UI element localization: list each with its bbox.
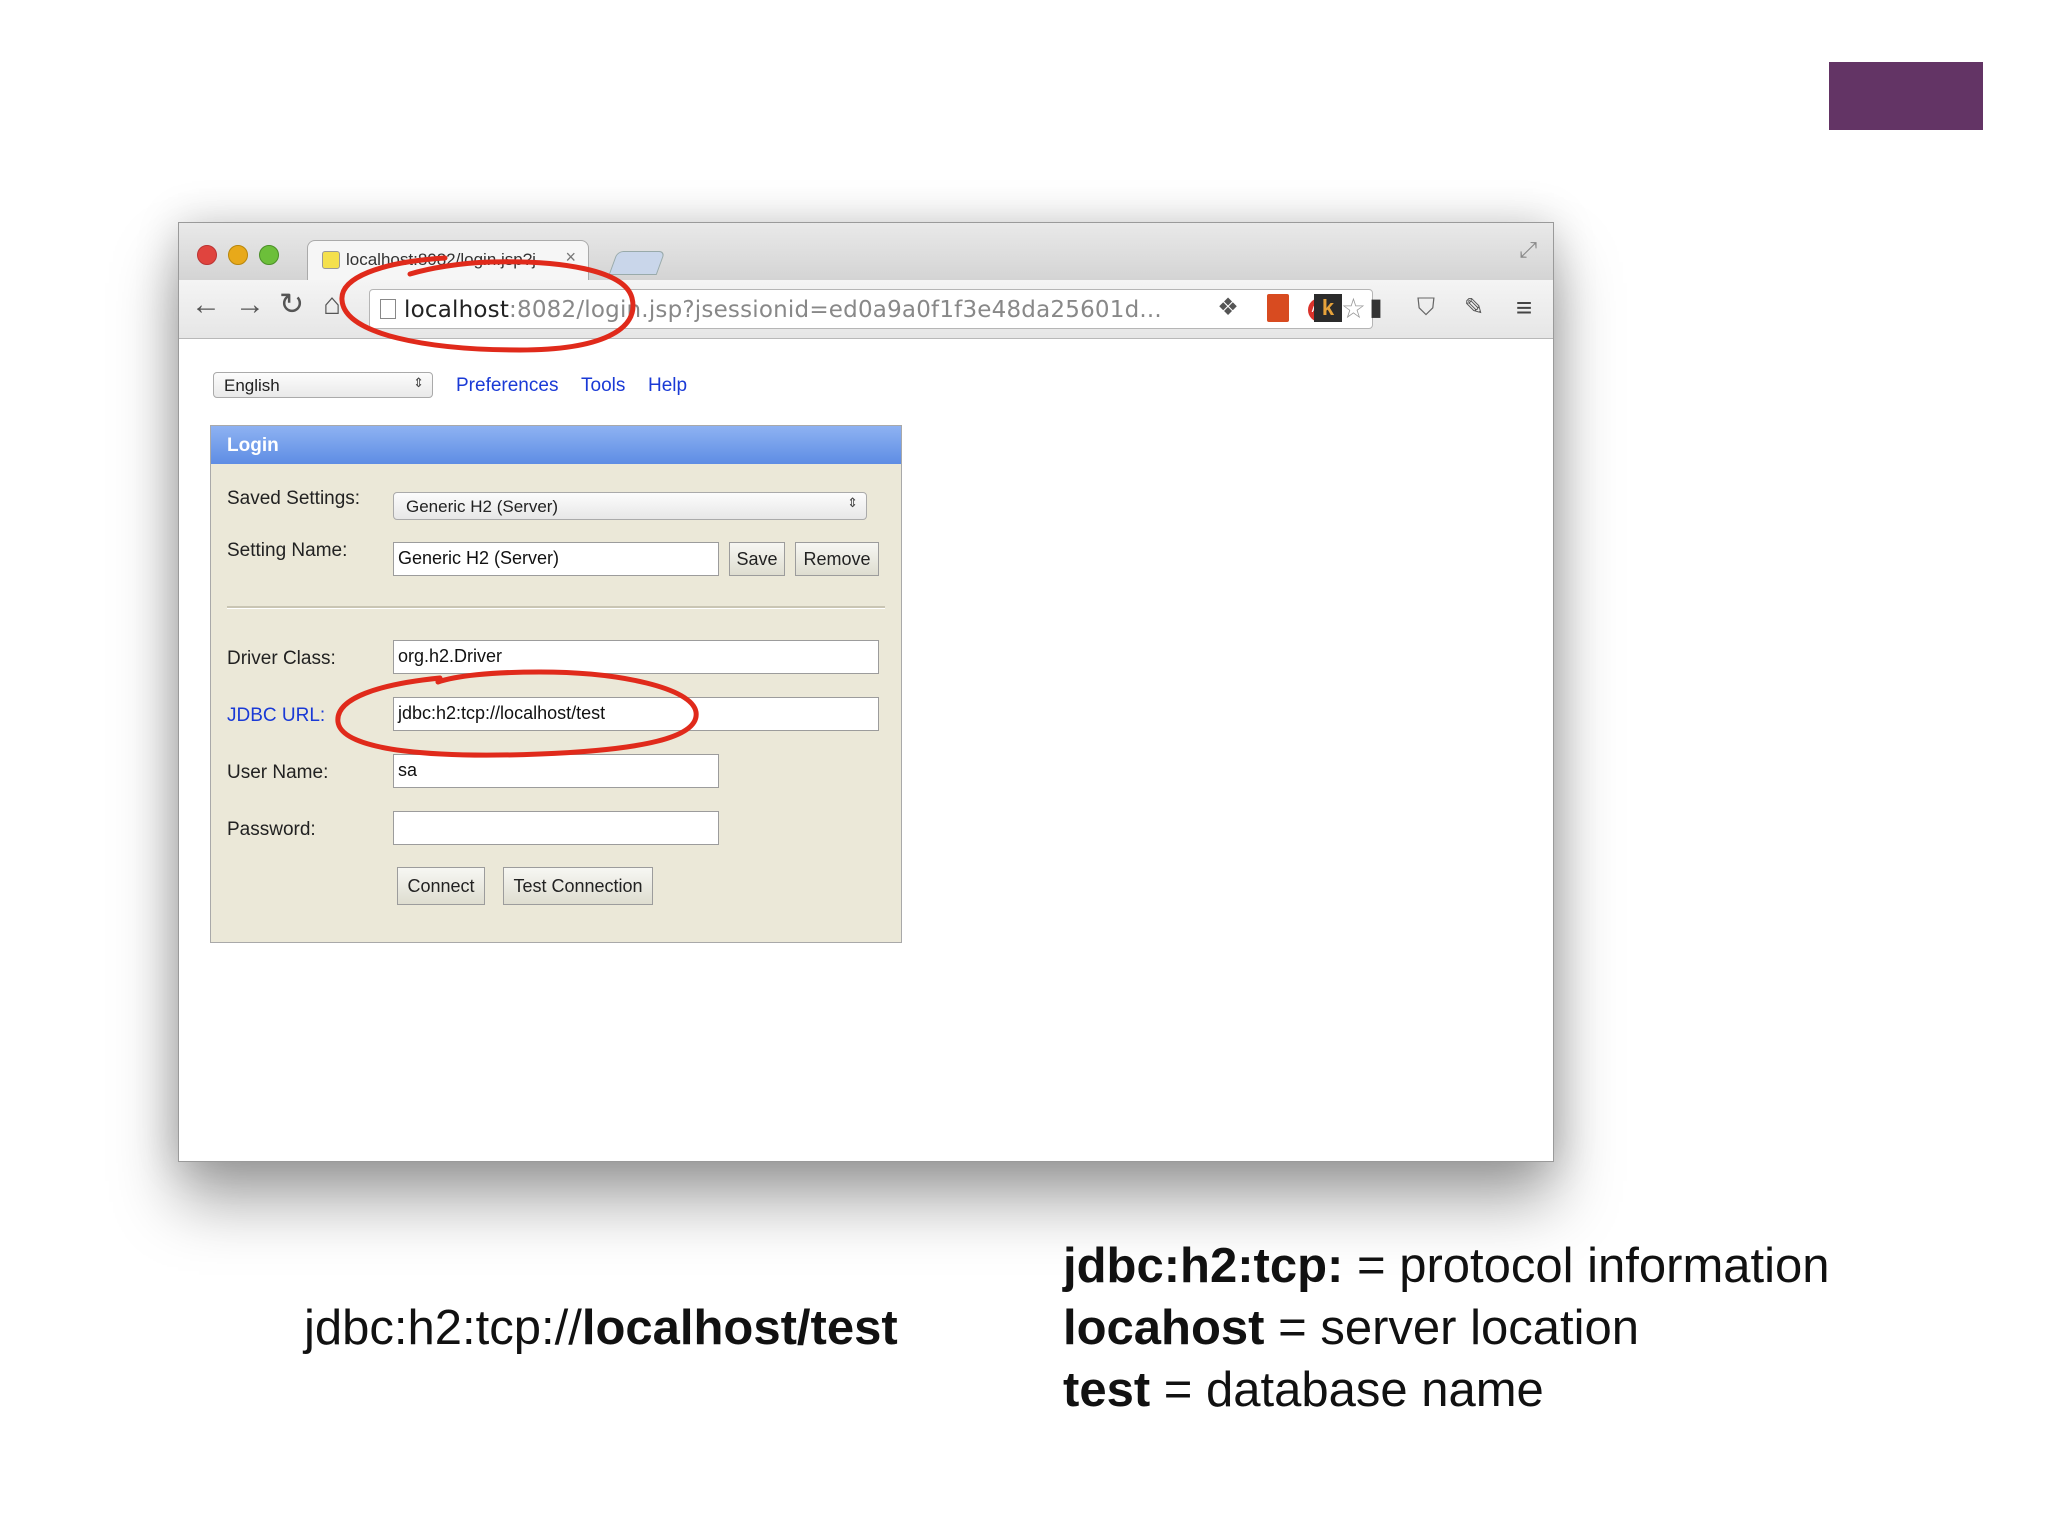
select-arrows-icon: ⇕: [847, 495, 858, 510]
menu-icon[interactable]: ≡: [1509, 293, 1539, 323]
select-arrows-icon: ⇕: [413, 375, 424, 390]
wrench-icon[interactable]: ✎: [1459, 293, 1489, 323]
saved-settings-select[interactable]: Generic H2 (Server) ⇕: [393, 492, 867, 520]
favicon-icon: [322, 251, 340, 269]
setting-name-label: Setting Name:: [227, 540, 348, 561]
password-field[interactable]: [393, 811, 719, 845]
bookmark-icon[interactable]: [1263, 293, 1293, 323]
saved-settings-value: Generic H2 (Server): [406, 497, 559, 516]
jdbc-url-label[interactable]: JDBC URL:: [227, 705, 325, 727]
user-name-label: User Name:: [227, 762, 329, 783]
remove-button[interactable]: Remove: [795, 542, 879, 576]
back-icon[interactable]: ←: [191, 290, 221, 320]
minimize-window-button[interactable]: [228, 245, 248, 265]
evernote-icon[interactable]: ❖: [1213, 293, 1243, 323]
user-name-field[interactable]: sa: [393, 754, 719, 788]
jdbc-url-caption: jdbc:h2:tcp://localhost/test: [304, 1301, 898, 1355]
setting-name-field[interactable]: Generic H2 (Server): [393, 542, 719, 576]
login-panel: Login Saved Settings: Generic H2 (Server…: [210, 425, 902, 943]
tab-close-icon[interactable]: ×: [565, 247, 576, 268]
home-icon[interactable]: ⌂: [323, 290, 341, 320]
saved-settings-label: Saved Settings:: [227, 488, 361, 509]
tab-title: localhost:8082/login.jsp?j: [346, 250, 536, 269]
help-link[interactable]: Help: [648, 375, 687, 397]
url-path: :8082/login.jsp?jsessionid=ed0a9a0f1f3e4…: [509, 297, 1162, 323]
password-label: Password:: [227, 819, 316, 840]
url-host: localhost: [404, 297, 510, 323]
url-text[interactable]: localhost:8082/login.jsp?jsessionid=ed0a…: [404, 297, 1162, 323]
driver-class-label: Driver Class:: [227, 648, 336, 669]
pocket-icon[interactable]: ⛉: [1411, 293, 1441, 323]
language-select[interactable]: English ⇕: [213, 372, 433, 398]
page-icon: [380, 299, 396, 319]
language-value: English: [224, 376, 280, 395]
save-button[interactable]: Save: [729, 542, 785, 576]
test-connection-button[interactable]: Test Connection: [503, 867, 653, 905]
phone-icon[interactable]: ▮: [1361, 293, 1391, 323]
jdbc-url-field[interactable]: jdbc:h2:tcp://localhost/test: [393, 697, 879, 731]
reload-icon[interactable]: ↻: [279, 290, 304, 320]
page-content: English ⇕ Preferences Tools Help Login S…: [179, 339, 1553, 1159]
browser-tab[interactable]: localhost:8082/login.jsp?j ×: [307, 240, 589, 281]
legend-row-host: locahost = server location: [1063, 1301, 1639, 1355]
login-header: Login: [211, 426, 901, 464]
url-legend: jdbc:h2:tcp: = protocol information loca…: [1063, 1235, 1830, 1421]
legend-row-protocol: jdbc:h2:tcp: = protocol information: [1063, 1239, 1830, 1293]
new-tab-button[interactable]: [608, 251, 666, 275]
accent-block: [1829, 62, 1983, 130]
divider: [227, 606, 885, 609]
fullscreen-icon[interactable]: ⤢: [1519, 237, 1537, 263]
connect-button[interactable]: Connect: [397, 867, 485, 905]
tools-link[interactable]: Tools: [581, 375, 625, 397]
close-window-button[interactable]: [197, 245, 217, 265]
driver-class-field[interactable]: org.h2.Driver: [393, 640, 879, 674]
zoom-window-button[interactable]: [259, 245, 279, 265]
legend-row-database: test = database name: [1063, 1363, 1544, 1417]
tab-bar: localhost:8082/login.jsp?j × ⤢: [179, 223, 1553, 281]
k-icon[interactable]: k: [1313, 293, 1343, 323]
forward-icon[interactable]: →: [235, 290, 265, 320]
browser-toolbar: ← → ↻ ⌂ localhost:8082/login.jsp?jsessio…: [179, 280, 1553, 339]
preferences-link[interactable]: Preferences: [456, 375, 558, 397]
browser-window: localhost:8082/login.jsp?j × ⤢ ← → ↻ ⌂ l…: [178, 222, 1554, 1162]
